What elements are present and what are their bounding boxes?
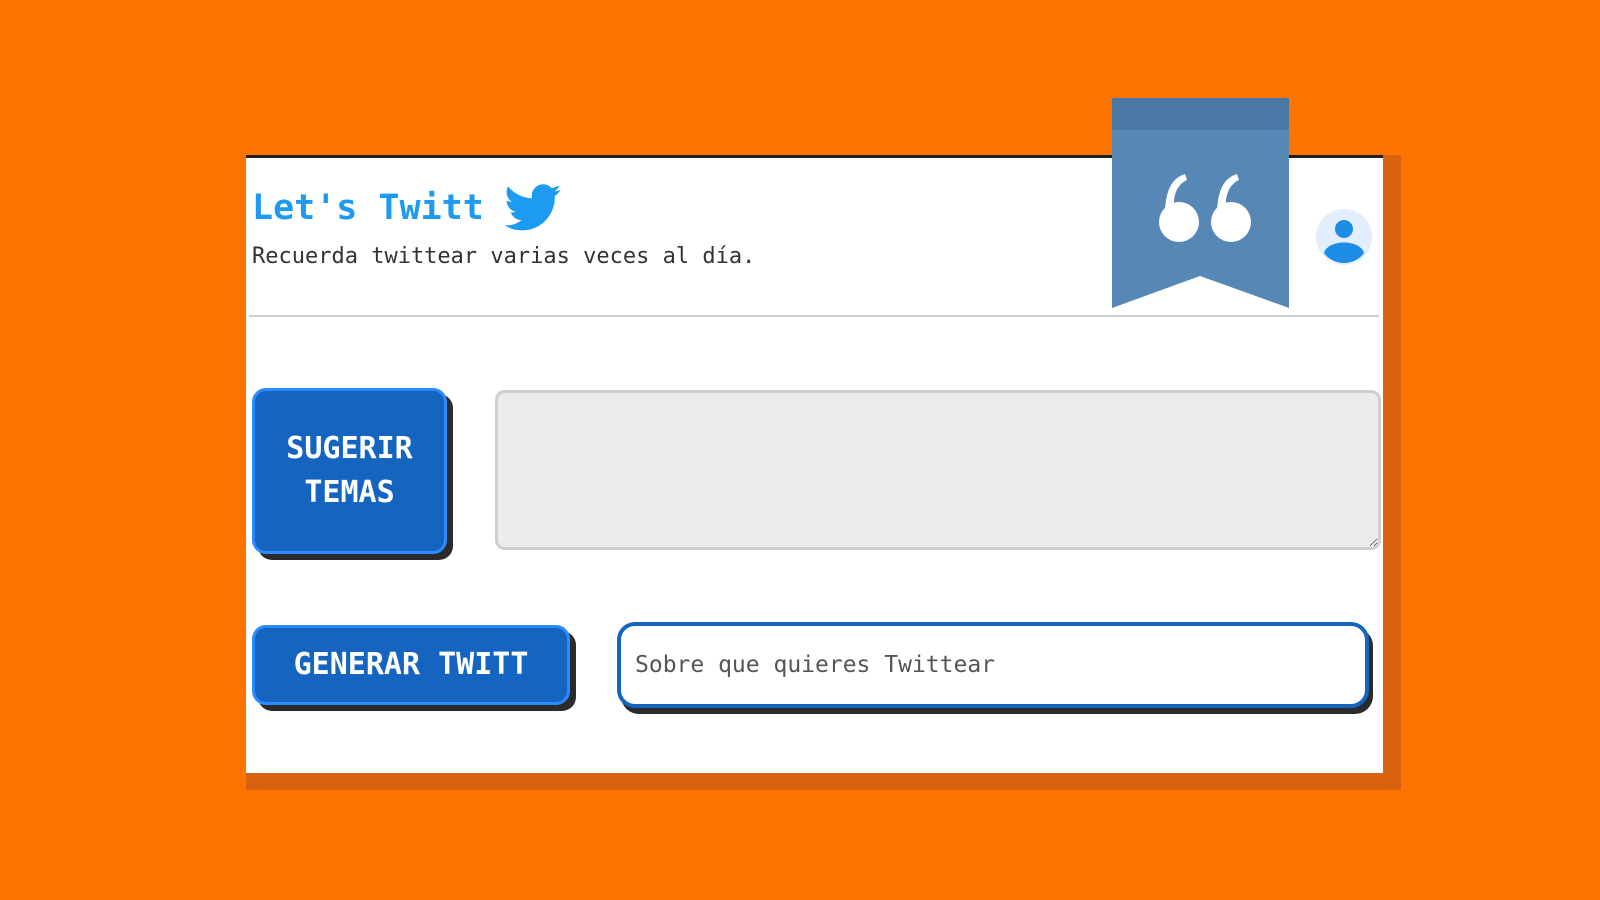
- suggest-topics-button[interactable]: SUGERIR TEMAS: [252, 388, 447, 554]
- user-avatar-icon[interactable]: [1316, 209, 1372, 265]
- topics-textarea[interactable]: [495, 390, 1381, 550]
- header-divider: [249, 315, 1379, 317]
- title-text: Let's Twitt: [252, 187, 484, 228]
- quote-bookmark-icon: [1112, 98, 1289, 308]
- page-subtitle: Recuerda twittear varias veces al día.: [252, 244, 756, 269]
- tweet-topic-input[interactable]: [617, 622, 1369, 708]
- page-title: Let's Twitt: [252, 184, 562, 232]
- suggest-label-line1: SUGERIR: [286, 431, 413, 466]
- twitter-bird-icon: [503, 184, 561, 231]
- suggest-label-line2: TEMAS: [304, 475, 395, 510]
- generate-tweet-button[interactable]: GENERAR TWITT: [252, 625, 570, 705]
